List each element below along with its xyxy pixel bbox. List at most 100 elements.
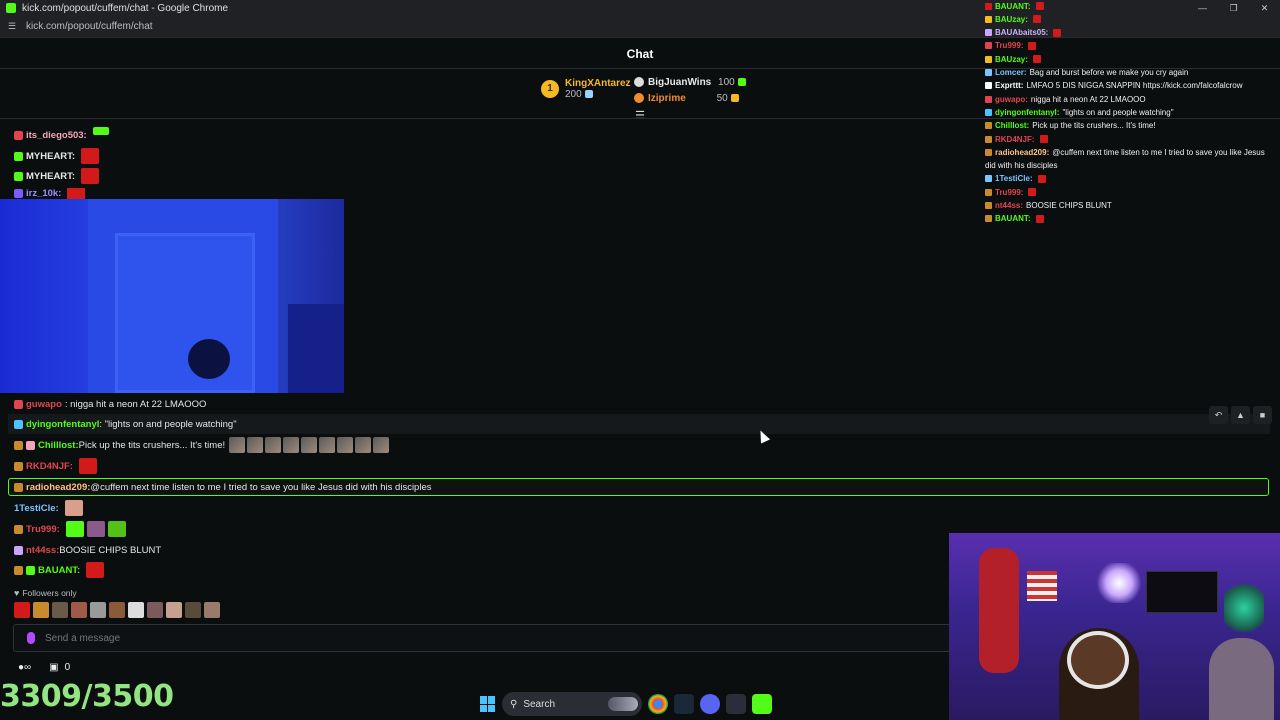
delete-icon[interactable]: ■ bbox=[1253, 406, 1272, 424]
chat-username[interactable]: guwapo bbox=[26, 399, 62, 410]
emote-icon bbox=[86, 562, 105, 578]
chat-message[interactable]: its_diego503: bbox=[14, 126, 109, 144]
chat-message[interactable]: dyingonfentanyl : "lights on and people … bbox=[14, 415, 237, 433]
leaderboard-first-name[interactable]: KingXAntarez bbox=[565, 78, 631, 89]
chat-message[interactable]: radiohead209: @cuffem next time listen t… bbox=[14, 478, 431, 496]
app-icon[interactable] bbox=[726, 694, 746, 714]
emote-icon[interactable] bbox=[14, 602, 30, 618]
chat-username[interactable]: nt44ss: bbox=[26, 545, 59, 556]
leaderboard-first[interactable]: KingXAntarez 200 bbox=[565, 78, 631, 100]
steam-icon[interactable] bbox=[674, 694, 694, 714]
chat-username[interactable]: irz_10k: bbox=[26, 188, 61, 199]
overlay-chat-username: Chilllost: bbox=[995, 121, 1030, 131]
chat-username[interactable]: Chilllost: bbox=[38, 440, 79, 451]
webcam-overlay-streamer bbox=[949, 533, 1280, 720]
expand-leaderboard-icon[interactable]: ☰ bbox=[634, 111, 646, 122]
chat-username[interactable]: 1TestiCle: bbox=[14, 503, 59, 514]
emote-icon[interactable] bbox=[166, 602, 182, 618]
emote-icon bbox=[1035, 2, 1044, 10]
emote-icon bbox=[1032, 15, 1041, 24]
overlay-chat-line: BAUAbaits05: bbox=[985, 27, 1062, 39]
chat-message[interactable]: BAUANT: bbox=[14, 561, 105, 579]
send-message-input[interactable] bbox=[45, 632, 905, 644]
badge-icon bbox=[14, 565, 23, 575]
chat-toolbar: ●∞ ▣ 0 bbox=[18, 662, 70, 673]
emote-icon bbox=[1032, 55, 1041, 64]
emote-icon[interactable] bbox=[52, 602, 68, 618]
microphone-icon[interactable] bbox=[27, 632, 35, 644]
chat-message[interactable]: irz_10k: bbox=[14, 188, 86, 199]
emote-icon bbox=[265, 437, 282, 453]
followers-only-notice: ♥ Followers only bbox=[14, 588, 77, 598]
chat-username[interactable]: Tru999: bbox=[26, 524, 60, 535]
restore-button[interactable]: ❐ bbox=[1218, 0, 1249, 16]
leaderboard-second-value: 100 bbox=[718, 77, 735, 88]
emote-icon[interactable] bbox=[33, 602, 49, 618]
discord-icon[interactable] bbox=[700, 694, 720, 714]
emote-icon[interactable] bbox=[71, 602, 87, 618]
overlay-chat-username: 1TestiCle: bbox=[995, 174, 1033, 184]
emote-icon[interactable] bbox=[90, 602, 106, 618]
badge-icon bbox=[985, 148, 992, 156]
overlay-chat-username: RKD4NJF: bbox=[995, 134, 1035, 144]
chat-username[interactable]: BAUANT: bbox=[38, 565, 80, 576]
search-icon: ⚲ bbox=[510, 698, 518, 710]
silver-medal-icon bbox=[634, 77, 644, 88]
site-info-icon[interactable]: ☰ bbox=[8, 21, 20, 32]
close-button[interactable]: ✕ bbox=[1249, 0, 1280, 16]
badge-icon bbox=[14, 524, 23, 534]
message-input-wrapper[interactable] bbox=[13, 624, 953, 652]
leaderboard-second[interactable]: BigJuanWins 100 bbox=[634, 77, 746, 88]
address-url[interactable]: kick.com/popout/cuffem/chat bbox=[26, 21, 153, 32]
chat-message[interactable]: RKD4NJF: bbox=[14, 457, 97, 475]
subscriber-badge-icon bbox=[14, 399, 23, 409]
emote-icon[interactable] bbox=[147, 602, 163, 618]
badge-icon bbox=[985, 29, 992, 37]
emote-icon[interactable] bbox=[185, 602, 201, 618]
emote-icon bbox=[1035, 214, 1044, 223]
address-bar[interactable]: ☰ kick.com/popout/cuffem/chat bbox=[0, 16, 1280, 38]
chat-username[interactable]: MYHEART: bbox=[26, 171, 75, 182]
emote-icon[interactable] bbox=[128, 602, 144, 618]
chat-message[interactable]: Chilllost: Pick up the tits crushers... … bbox=[14, 436, 390, 454]
overlay-chat-username: nt44ss: bbox=[995, 201, 1024, 210]
chat-username[interactable]: its_diego503: bbox=[26, 130, 87, 141]
pin-message-icon[interactable]: ▲ bbox=[1231, 406, 1250, 424]
leaderboard-third[interactable]: Iziprime 50 bbox=[634, 93, 739, 104]
gift-badge-icon bbox=[14, 151, 23, 161]
chat-message[interactable]: 1TestiCle: bbox=[14, 499, 83, 517]
minimize-button[interactable]: — bbox=[1187, 0, 1218, 16]
emote-icon bbox=[86, 521, 105, 537]
emote-icon bbox=[81, 168, 100, 184]
chat-message[interactable]: guwapo : nigga hit a neon At 22 LMAOOO bbox=[14, 395, 206, 413]
chat-username[interactable]: MYHEART: bbox=[26, 151, 75, 162]
reply-icon[interactable]: ↶ bbox=[1209, 406, 1228, 424]
windows-start-icon[interactable] bbox=[480, 696, 496, 712]
badge-icon bbox=[985, 95, 992, 103]
badge-icon bbox=[26, 440, 35, 450]
followers-only-label: Followers only bbox=[22, 588, 77, 598]
chrome-icon[interactable] bbox=[648, 694, 668, 714]
overlay-chat-line: radiohead209: @cuffem next time listen to… bbox=[985, 146, 1265, 158]
leaderboard-third-name[interactable]: Iziprime bbox=[648, 93, 686, 104]
chat-username[interactable]: radiohead209: bbox=[26, 482, 90, 493]
chat-text: @cuffem next time listen to me I tried t… bbox=[90, 481, 432, 493]
chat-message[interactable]: Tru999: bbox=[14, 520, 126, 538]
chat-message[interactable]: MYHEART: bbox=[14, 167, 100, 185]
emote-icon[interactable] bbox=[109, 602, 125, 618]
store-icon[interactable]: ▣ bbox=[49, 662, 58, 673]
emote-icon bbox=[81, 148, 100, 164]
emote-icon[interactable] bbox=[204, 602, 220, 618]
taskbar-search[interactable]: ⚲ Search bbox=[502, 692, 642, 716]
overlay-chat-text: LMFAO 5 DIS NIGGA SNAPPIN https://kick.c… bbox=[1026, 81, 1243, 91]
kick-app-icon[interactable] bbox=[752, 694, 772, 714]
chat-message[interactable]: nt44ss: BOOSIE CHIPS BLUNT bbox=[14, 541, 161, 559]
badge-icon bbox=[985, 2, 992, 10]
chat-username[interactable]: dyingonfentanyl bbox=[26, 419, 99, 430]
leaderboard-second-name[interactable]: BigJuanWins bbox=[648, 77, 711, 88]
emote-icon bbox=[1037, 174, 1046, 183]
infinity-points-icon[interactable]: ●∞ bbox=[18, 662, 31, 673]
chat-message[interactable]: MYHEART: bbox=[14, 147, 100, 165]
chat-username[interactable]: RKD4NJF: bbox=[26, 461, 73, 472]
badge-icon bbox=[985, 108, 992, 116]
